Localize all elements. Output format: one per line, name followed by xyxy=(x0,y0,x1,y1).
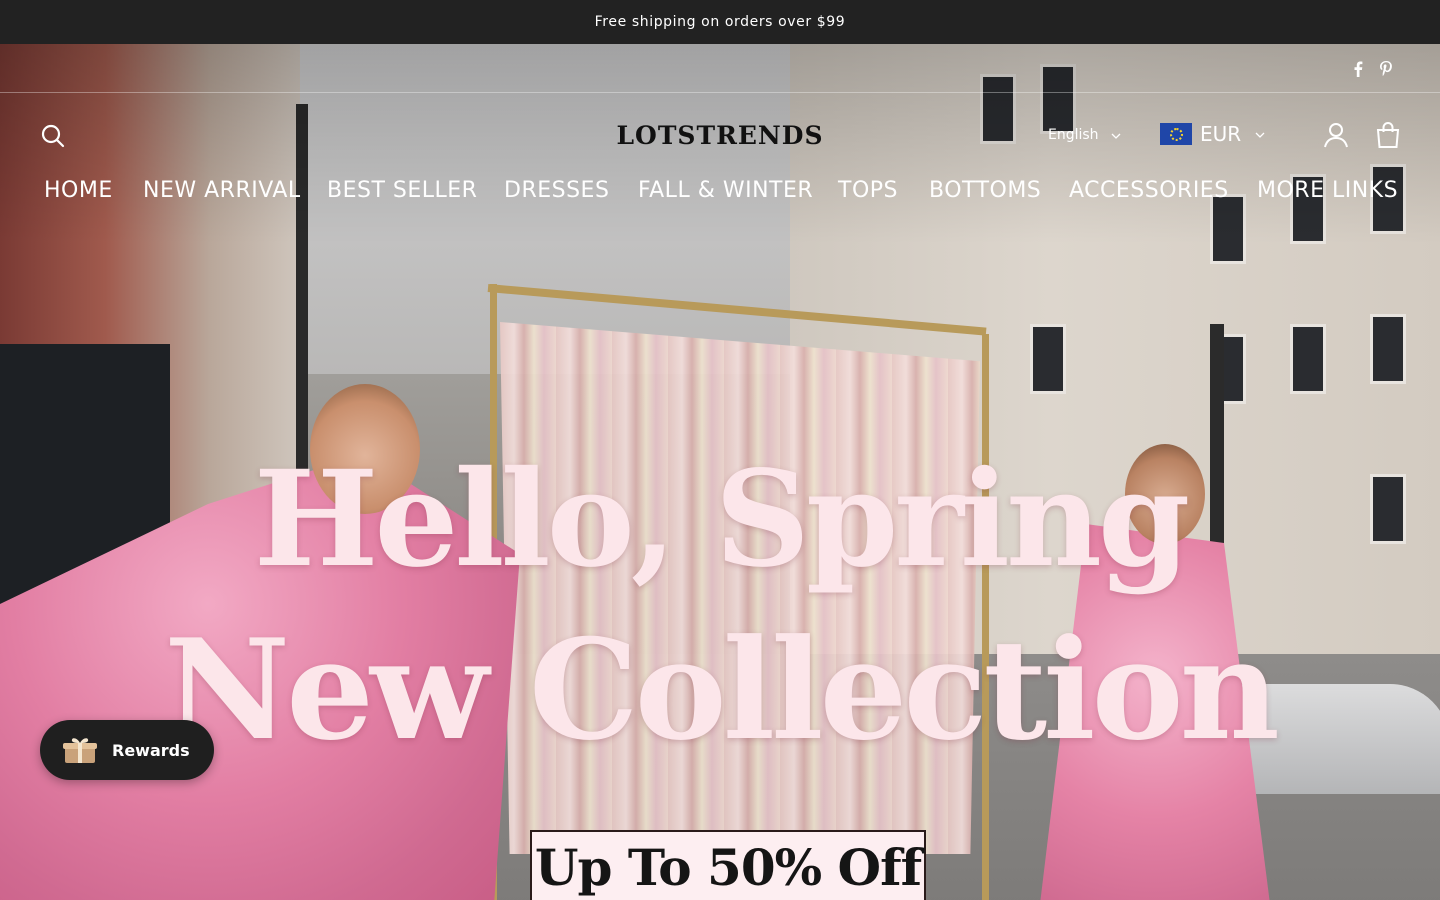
nav-item-more-links[interactable]: MORE LINKS xyxy=(1257,178,1398,203)
gift-box-icon xyxy=(62,735,98,765)
building-window xyxy=(1030,324,1066,394)
pinterest-icon[interactable] xyxy=(1375,58,1397,80)
account-icon[interactable] xyxy=(1322,121,1350,149)
announcement-bar: Free shipping on orders over $99 xyxy=(0,0,1440,44)
nav-item-best-seller[interactable]: BEST SELLER xyxy=(327,178,477,203)
site-header: LOTSTRENDS English EUR xyxy=(0,93,1440,173)
nav-item-accessories[interactable]: ACCESSORIES xyxy=(1069,178,1229,203)
eu-flag-icon xyxy=(1160,123,1192,145)
language-label: English xyxy=(1048,127,1099,143)
site-logo[interactable]: LOTSTRENDS xyxy=(560,121,880,150)
rewards-button[interactable]: Rewards xyxy=(40,720,214,780)
currency-label: EUR xyxy=(1200,122,1242,146)
language-selector[interactable]: English xyxy=(1048,127,1121,143)
hero-headline-line-2: New Collection xyxy=(164,608,1280,771)
rewards-label: Rewards xyxy=(112,740,190,760)
building-window xyxy=(1290,324,1326,394)
currency-selector[interactable]: EUR xyxy=(1160,122,1265,146)
announcement-text: Free shipping on orders over $99 xyxy=(594,14,846,30)
search-icon[interactable] xyxy=(40,123,66,149)
nav-item-new-arrival[interactable]: NEW ARRIVAL xyxy=(143,178,301,203)
cart-icon[interactable] xyxy=(1375,121,1401,149)
nav-item-bottoms[interactable]: BOTTOMS xyxy=(929,178,1041,203)
social-row xyxy=(0,44,1440,93)
promo-text: Up To 50% Off xyxy=(534,838,922,897)
promo-banner[interactable]: Up To 50% Off xyxy=(530,830,926,900)
building-window xyxy=(1370,314,1406,384)
nav-item-fall-winter[interactable]: FALL & WINTER xyxy=(638,178,813,203)
main-nav: HOME NEW ARRIVAL BEST SELLER DRESSES FAL… xyxy=(0,174,1440,214)
nav-item-dresses[interactable]: DRESSES xyxy=(504,178,609,203)
chevron-down-icon xyxy=(1111,129,1121,142)
facebook-icon[interactable] xyxy=(1347,58,1369,80)
chevron-down-icon xyxy=(1255,128,1265,141)
nav-item-home[interactable]: HOME xyxy=(44,178,113,203)
hero-headline-line-1: Hello, Spring xyxy=(253,442,1191,597)
nav-item-tops[interactable]: TOPS xyxy=(838,178,898,203)
